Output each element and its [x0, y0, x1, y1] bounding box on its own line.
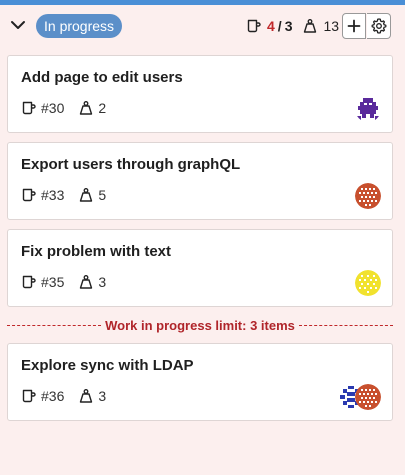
points-total-value: 13: [323, 18, 340, 34]
weight-icon: [80, 188, 93, 202]
mug-icon: [247, 19, 261, 33]
card-title[interactable]: Explore sync with LDAP: [21, 357, 194, 374]
card-points: 3: [98, 388, 107, 404]
card-points: 3: [98, 274, 107, 290]
gear-icon: [371, 18, 386, 34]
issue-card[interactable]: Export users through graphQL #33 5: [7, 142, 393, 220]
wip-count: 4 / 3: [246, 18, 292, 34]
yellow-pattern-avatar: [355, 270, 381, 296]
divider-line: [298, 324, 394, 326]
card-points: 5: [98, 187, 107, 203]
column-stats: 4 / 3 13: [246, 15, 349, 37]
weight-icon: [80, 389, 93, 403]
mug-icon: [22, 389, 36, 403]
card-meta: #36 3: [21, 388, 106, 404]
column-settings-button[interactable]: [367, 13, 391, 39]
chevron-down-icon[interactable]: [9, 16, 27, 34]
status-badge: In progress: [36, 14, 123, 38]
card-points: 2: [98, 100, 107, 116]
add-card-button[interactable]: [342, 13, 366, 39]
weight-icon: [304, 19, 317, 33]
issue-reference: #30: [41, 100, 65, 116]
wip-limit-divider: Work in progress limit: 3 items: [7, 317, 394, 333]
card-title[interactable]: Fix problem with text: [21, 243, 171, 260]
column-header: In progress 4 / 3 13: [0, 8, 405, 44]
issue-reference: #33: [41, 187, 65, 203]
wip-max-count: 3: [284, 18, 293, 34]
points-total: 13: [302, 18, 339, 34]
issue-card[interactable]: Fix problem with text #35 3: [7, 229, 393, 307]
purple-pixel-avatar: [355, 96, 381, 122]
wip-separator: /: [277, 18, 282, 34]
weight-icon: [80, 275, 93, 289]
plus-icon: [347, 19, 361, 33]
card-title[interactable]: Add page to edit users: [21, 69, 183, 86]
issue-card[interactable]: Add page to edit users #30 2: [7, 55, 393, 133]
issue-reference: #35: [41, 274, 65, 290]
avatar[interactable]: [355, 270, 381, 296]
mug-icon: [22, 275, 36, 289]
wip-limit-label: Work in progress limit: 3 items: [105, 317, 295, 333]
card-meta: #33 5: [21, 187, 106, 203]
issue-card[interactable]: Explore sync with LDAP #36 3: [7, 343, 393, 421]
mug-icon: [22, 101, 36, 115]
column-accent-bar: [0, 0, 405, 5]
red-pattern-avatar: [355, 183, 381, 209]
card-meta: #30 2: [21, 100, 106, 116]
card-meta: #35 3: [21, 274, 106, 290]
avatar[interactable]: [355, 96, 381, 122]
wip-current-count: 4: [267, 18, 275, 34]
kanban-column: In progress 4 / 3 13 Add page to edit us…: [0, 0, 405, 475]
issue-reference: #36: [41, 388, 65, 404]
weight-icon: [80, 101, 93, 115]
card-title[interactable]: Export users through graphQL: [21, 156, 240, 173]
avatar[interactable]: [355, 384, 381, 410]
mug-icon: [22, 188, 36, 202]
divider-line: [7, 324, 102, 326]
red-pattern-avatar: [355, 384, 381, 410]
avatar[interactable]: [355, 183, 381, 209]
